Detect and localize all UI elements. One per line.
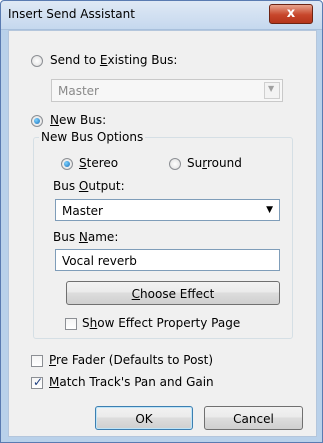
existing-bus-label-part1: Send to [50,53,100,67]
stereo-radio[interactable] [61,158,73,170]
title-bar[interactable]: Insert Send Assistant x [1,1,322,30]
cancel-button[interactable]: Cancel [204,406,303,430]
dialog-body: Send to Existing Bus: Master ▼ New Bus: … [8,30,317,437]
match-track-checkbox[interactable]: ✓ [31,375,44,389]
choose-effect-label-key: C [131,287,141,301]
existing-bus-dropdown-button: ▼ [264,82,280,99]
pre-fader-label-rest: re Fader (Defaults to Post) [56,353,214,367]
bus-name-label: Bus Name: [53,230,118,244]
ok-label: OK [135,412,153,426]
existing-bus-value: Master [58,84,99,98]
stereo-label[interactable]: Stereo [79,156,118,170]
surround-label[interactable]: Surround [187,156,242,170]
cancel-label: Cancel [233,412,274,426]
bus-output-select[interactable]: Master ▼ [55,199,280,221]
bus-output-value: Master [62,204,103,218]
chevron-down-icon: ▼ [268,84,275,93]
surround-label-part2: round [206,156,242,170]
show-effect-label-part2: ow Effect Property Page [97,316,241,330]
bus-output-label: Bus Output: [53,179,125,193]
match-track-label-key: M [49,375,60,389]
bus-name-label-part1: Bus [53,230,79,244]
pre-fader-label[interactable]: Pre Fader (Defaults to Post) [49,353,213,367]
pre-fader-checkbox[interactable] [31,355,43,367]
bus-output-label-part1: Bus [53,179,79,193]
bus-output-label-part2: utput: [88,179,125,193]
window-title: Insert Send Assistant [8,7,135,21]
existing-bus-label-key: E [99,53,108,67]
bus-name-label-part2: ame: [87,230,119,244]
checkmark-icon: ✓ [32,375,44,389]
chevron-down-icon[interactable]: ▼ [266,205,273,215]
bus-output-label-key: O [78,179,89,193]
choose-effect-button[interactable]: Choose Effect [66,281,280,305]
new-bus-label[interactable]: New Bus: [50,113,106,127]
surround-label-part1: Su [187,156,203,170]
surround-radio[interactable] [169,158,181,170]
dialog-window: Insert Send Assistant x Send to Existing… [0,0,323,443]
ok-button[interactable]: OK [95,406,193,430]
stereo-label-key: S [79,156,87,170]
pre-fader-label-key: P [49,353,57,367]
existing-bus-label-part2: xisting Bus: [107,53,178,67]
match-track-label[interactable]: Match Track's Pan and Gain [49,375,214,389]
choose-effect-label: Choose Effect [67,287,279,301]
new-bus-label-key: N [50,113,59,127]
existing-bus-radio[interactable] [31,55,43,67]
close-icon: x [286,6,296,21]
choose-effect-label-rest: hoose Effect [140,287,215,301]
new-bus-radio[interactable] [31,115,43,127]
bus-name-label-key: N [78,230,88,244]
bus-name-value: Vocal reverb [62,254,137,268]
existing-bus-select: Master ▼ [51,79,283,102]
new-bus-options-title: New Bus Options [39,130,146,144]
bus-name-input[interactable]: Vocal reverb [55,249,280,271]
existing-bus-label[interactable]: Send to Existing Bus: [50,53,177,67]
show-effect-label-part1: S [82,316,90,330]
show-effect-checkbox[interactable] [65,318,77,330]
stereo-label-rest: tereo [86,156,119,170]
new-bus-label-rest: ew Bus: [58,113,107,127]
show-effect-label[interactable]: Show Effect Property Page [82,316,240,330]
close-button[interactable]: x [269,4,313,24]
match-track-label-rest: atch Track's Pan and Gain [59,375,214,389]
